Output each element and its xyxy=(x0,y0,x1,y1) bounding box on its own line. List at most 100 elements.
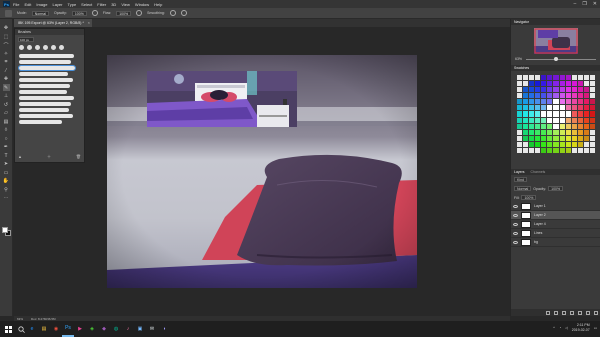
layer-name[interactable]: Layer 2 xyxy=(534,213,546,217)
color-swatch[interactable] xyxy=(523,93,529,99)
color-swatch[interactable] xyxy=(565,129,571,135)
rectangle-tool-icon[interactable]: ▭ xyxy=(3,169,10,176)
volume-icon[interactable]: ◁ xyxy=(565,326,568,330)
foreground-color-swatch[interactable] xyxy=(2,227,8,233)
lasso-tool-icon[interactable]: ⌒ xyxy=(3,42,10,49)
status-zoom[interactable]: 63% xyxy=(17,317,23,321)
blend-mode-select[interactable]: Normal xyxy=(514,186,532,191)
menu-window[interactable]: Window xyxy=(135,2,149,7)
color-swatch[interactable] xyxy=(541,105,547,111)
zoom-tool-icon[interactable]: ⚲ xyxy=(3,186,10,193)
tray-chevron-icon[interactable]: ^ xyxy=(553,326,555,330)
color-swatch[interactable] xyxy=(571,99,577,105)
color-swatch[interactable] xyxy=(565,111,571,117)
new-group-icon[interactable] xyxy=(578,310,582,315)
color-swatch[interactable] xyxy=(541,81,547,87)
brush-preset-stroke[interactable] xyxy=(19,54,74,58)
color-swatch[interactable] xyxy=(559,123,565,129)
color-swatch[interactable] xyxy=(553,129,559,135)
document-tab[interactable]: IBK 195 Export @ 63% (Layer 2, RGB/8) * … xyxy=(14,19,92,27)
notifications-icon[interactable]: ▭ xyxy=(594,326,597,330)
color-swatch[interactable] xyxy=(547,111,553,117)
color-swatch[interactable] xyxy=(529,93,535,99)
pressure-size-icon[interactable] xyxy=(180,10,187,16)
brush-preset-stroke[interactable] xyxy=(19,78,73,82)
color-swatch[interactable] xyxy=(583,141,589,147)
brush-preset-stroke[interactable] xyxy=(19,96,74,100)
color-swatch[interactable] xyxy=(589,105,595,111)
color-swatch[interactable] xyxy=(517,123,523,129)
color-swatch[interactable] xyxy=(565,135,571,141)
layer-fill-field[interactable]: 100% xyxy=(521,195,537,200)
brush-tip-preset[interactable] xyxy=(43,45,48,50)
color-swatch[interactable] xyxy=(553,99,559,105)
color-swatch[interactable] xyxy=(517,93,523,99)
color-swatch[interactable] xyxy=(577,123,583,129)
color-swatch[interactable] xyxy=(571,129,577,135)
network-icon[interactable]: ◔ xyxy=(559,326,561,330)
brush-preset-stroke[interactable] xyxy=(17,65,77,71)
color-swatch[interactable] xyxy=(559,111,565,117)
brush-preset-stroke[interactable] xyxy=(19,120,62,124)
color-swatch[interactable] xyxy=(547,99,553,105)
visibility-eye-icon[interactable] xyxy=(513,240,518,244)
close-icon[interactable]: ✕ xyxy=(593,1,597,7)
color-swatch[interactable] xyxy=(541,75,547,81)
taskbar-app-icon[interactable]: ▶ xyxy=(74,321,86,337)
layer-kind-filter[interactable]: Kind xyxy=(514,177,528,182)
brush-settings-icon[interactable]: ▲ xyxy=(18,154,22,160)
color-swatch[interactable] xyxy=(529,135,535,141)
color-swatch[interactable] xyxy=(535,129,541,135)
color-swatch[interactable] xyxy=(523,99,529,105)
taskbar-clock[interactable]: 2:11 PM 2019-02-07 xyxy=(572,323,590,333)
color-swatch[interactable] xyxy=(517,147,523,153)
color-swatch[interactable] xyxy=(571,81,577,87)
more-tools-icon[interactable]: ⋯ xyxy=(3,195,10,202)
history-brush-tool-icon[interactable]: ↺ xyxy=(3,101,10,108)
color-swatch[interactable] xyxy=(583,99,589,105)
color-swatch[interactable] xyxy=(553,117,559,123)
color-swatch[interactable] xyxy=(547,129,553,135)
color-swatch[interactable] xyxy=(571,123,577,129)
brush-preset-stroke[interactable] xyxy=(19,72,68,76)
color-swatch[interactable] xyxy=(541,93,547,99)
color-swatch[interactable] xyxy=(535,75,541,81)
type-tool-icon[interactable]: T xyxy=(3,152,10,159)
color-swatch[interactable] xyxy=(559,129,565,135)
maximize-icon[interactable]: ❐ xyxy=(582,1,586,7)
color-swatch[interactable] xyxy=(529,117,535,123)
navigator-thumbnail[interactable] xyxy=(533,28,578,54)
color-swatch[interactable] xyxy=(553,141,559,147)
color-swatch[interactable] xyxy=(571,105,577,111)
color-swatch[interactable] xyxy=(523,141,529,147)
brush-preset-icon[interactable] xyxy=(5,9,12,17)
brush-tip-preset[interactable] xyxy=(51,45,56,50)
layer-row[interactable]: Lines xyxy=(511,229,600,238)
brush-tool-icon[interactable]: ✎ xyxy=(2,84,10,91)
color-swatch[interactable] xyxy=(553,87,559,93)
color-swatch[interactable] xyxy=(541,87,547,93)
color-swatch[interactable] xyxy=(535,123,541,129)
color-swatch[interactable] xyxy=(577,117,583,123)
blur-tool-icon[interactable]: ◊ xyxy=(3,127,10,134)
color-swatch[interactable] xyxy=(571,141,577,147)
color-swatch[interactable] xyxy=(571,135,577,141)
mode-select[interactable]: Normal xyxy=(31,10,50,16)
color-swatch[interactable] xyxy=(535,81,541,87)
color-swatch[interactable] xyxy=(529,141,535,147)
color-swatch[interactable] xyxy=(523,135,529,141)
color-swatch[interactable] xyxy=(565,81,571,87)
color-swatch[interactable] xyxy=(517,99,523,105)
color-swatch[interactable] xyxy=(553,135,559,141)
layer-name[interactable]: bg xyxy=(534,240,538,244)
color-swatch[interactable] xyxy=(541,141,547,147)
eraser-tool-icon[interactable]: ▱ xyxy=(3,110,10,117)
tab-navigator[interactable]: Navigator xyxy=(514,20,529,24)
color-swatch[interactable] xyxy=(589,129,595,135)
color-swatch[interactable] xyxy=(517,87,523,93)
layer-name[interactable]: Layer 1 xyxy=(534,204,546,208)
color-swatch[interactable] xyxy=(559,81,565,87)
color-swatch[interactable] xyxy=(523,111,529,117)
taskbar-app-icon[interactable]: e xyxy=(26,321,38,337)
move-tool-icon[interactable]: ✥ xyxy=(3,25,10,32)
